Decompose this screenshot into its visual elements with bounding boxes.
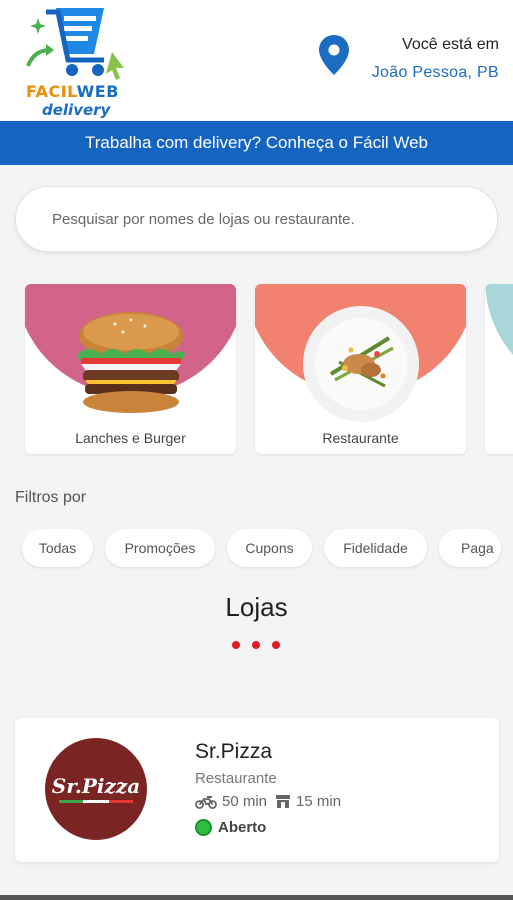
filter-chip-todas[interactable]: Todas [22, 529, 93, 567]
motorcycle-icon [195, 795, 217, 809]
filter-chip-cupons[interactable]: Cupons [227, 529, 312, 567]
filter-chip-pagamento[interactable]: Paga [439, 529, 501, 567]
category-card-partial[interactable] [485, 284, 513, 454]
loading-indicator [232, 641, 282, 651]
search-input[interactable] [52, 187, 472, 251]
logo-wordmark: FACILWEB [26, 82, 119, 101]
store-logo-text: Sr.Pizza [51, 774, 141, 798]
store-card[interactable]: Sr.Pizza Sr.Pizza Restaurante 50 min 15 … [15, 718, 499, 862]
store-times: 50 min 15 min [195, 793, 349, 810]
promo-banner[interactable]: Trabalha com delivery? Conheça o Fácil W… [0, 121, 513, 165]
facilweb-logo[interactable]: FACILWEB delivery [24, 4, 134, 119]
status-open-icon [195, 819, 212, 836]
bottom-edge [0, 895, 513, 900]
pickup-time: 15 min [296, 793, 342, 810]
store-type: Restaurante [195, 770, 277, 787]
filter-chip-fidelidade[interactable]: Fidelidade [324, 529, 427, 567]
filter-chip-promocoes[interactable]: Promoções [105, 529, 215, 567]
store-pickup-icon [276, 795, 291, 808]
burger-image [77, 312, 185, 413]
category-card-lanches[interactable]: Lanches e Burger [25, 284, 236, 454]
category-label: Lanches e Burger [75, 430, 186, 446]
italian-stripe-icon [59, 800, 133, 803]
store-status: Aberto [195, 819, 266, 836]
status-label: Aberto [218, 819, 267, 836]
logo-tagline: delivery [42, 101, 111, 119]
location-title: Você está em [402, 36, 499, 53]
store-logo: Sr.Pizza [45, 738, 147, 840]
category-backdrop [485, 284, 513, 395]
category-card-restaurante[interactable]: Restaurante [255, 284, 466, 454]
app-header: FACILWEB delivery Você está em João Pess… [0, 0, 513, 121]
store-name: Sr.Pizza [195, 740, 273, 763]
cart-logo-icon [26, 8, 124, 80]
location-pin-icon[interactable] [318, 34, 350, 76]
filters-title: Filtros por [15, 489, 87, 506]
delivery-time: 50 min [222, 793, 268, 810]
stores-section-title: Lojas [225, 592, 288, 622]
category-label: Restaurante [322, 430, 399, 446]
search-bar[interactable] [15, 186, 498, 252]
plate-image [303, 306, 419, 422]
location-city-link[interactable]: João Pessoa, PB [372, 64, 499, 82]
